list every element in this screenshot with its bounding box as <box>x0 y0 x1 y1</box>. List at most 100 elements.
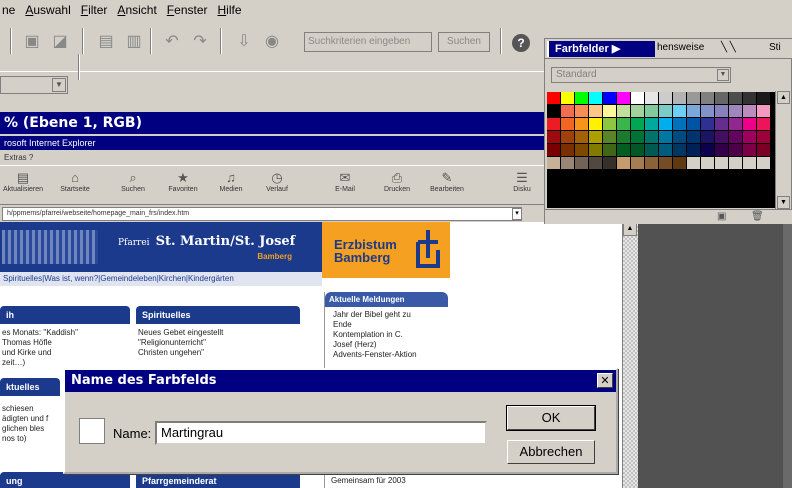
color-swatch[interactable] <box>617 105 631 117</box>
color-swatch[interactable] <box>701 118 715 130</box>
scroll-up-icon[interactable]: ▲ <box>777 91 790 104</box>
color-swatch[interactable] <box>603 105 617 117</box>
color-swatch[interactable] <box>547 105 561 117</box>
section-heading[interactable]: ung <box>0 472 130 488</box>
menu-item-datei[interactable]: ne <box>2 3 15 17</box>
color-swatch[interactable] <box>561 157 575 169</box>
color-swatch[interactable] <box>659 118 673 130</box>
scan-icon[interactable]: ◪ <box>50 32 70 52</box>
undo-icon[interactable]: ↶ <box>162 32 182 52</box>
color-swatch[interactable] <box>617 92 631 104</box>
color-swatch[interactable] <box>617 157 631 169</box>
print-button[interactable]: ⎙ Drucken <box>374 170 420 193</box>
color-swatch[interactable] <box>659 131 673 143</box>
color-swatch[interactable] <box>561 131 575 143</box>
color-swatch[interactable] <box>743 92 757 104</box>
color-swatch[interactable] <box>659 105 673 117</box>
color-swatch[interactable] <box>631 131 645 143</box>
color-swatch[interactable] <box>659 92 673 104</box>
color-swatch[interactable] <box>645 131 659 143</box>
color-swatch[interactable] <box>561 118 575 130</box>
color-swatch[interactable] <box>701 144 715 156</box>
favorites-button[interactable]: ★ Favoriten <box>160 170 206 193</box>
mail-button[interactable]: ✉ E-Mail <box>322 170 368 193</box>
color-swatch[interactable] <box>715 131 729 143</box>
menu-item-filter[interactable]: Filter <box>81 3 108 17</box>
news-item[interactable]: Gemeinsam für 2003 <box>331 476 406 486</box>
cancel-button[interactable]: Abbrechen <box>507 440 595 464</box>
swatch-preset-select[interactable]: Standard ▼ <box>551 67 731 83</box>
close-icon[interactable]: ✕ <box>597 373 613 388</box>
refresh-button[interactable]: ▤ Aktualisieren <box>0 170 46 193</box>
news-items[interactable]: Jahr der Bibel geht zu Ende Kontemplatio… <box>325 307 448 363</box>
color-swatch[interactable] <box>673 105 687 117</box>
color-swatch[interactable] <box>575 105 589 117</box>
color-swatch[interactable] <box>687 157 701 169</box>
color-swatch[interactable] <box>701 92 715 104</box>
color-swatch[interactable] <box>673 92 687 104</box>
color-swatch[interactable] <box>757 118 771 130</box>
color-swatch[interactable] <box>603 92 617 104</box>
home-button[interactable]: ⌂ Startseite <box>52 170 98 193</box>
color-swatch[interactable] <box>645 144 659 156</box>
color-swatch[interactable] <box>645 118 659 130</box>
chevron-down-icon[interactable]: ▾ <box>512 208 522 220</box>
color-swatch[interactable] <box>575 157 589 169</box>
color-swatch[interactable] <box>673 118 687 130</box>
color-swatch[interactable] <box>757 131 771 143</box>
color-swatch[interactable] <box>547 131 561 143</box>
media-button[interactable]: ♫ Medien <box>208 170 254 193</box>
color-swatch[interactable] <box>715 144 729 156</box>
color-swatch[interactable] <box>673 157 687 169</box>
diocese-banner[interactable]: Erzbistum Bamberg <box>322 222 450 278</box>
color-swatch[interactable] <box>743 157 757 169</box>
color-swatch[interactable] <box>589 118 603 130</box>
color-swatch[interactable] <box>561 92 575 104</box>
menu-item-fenster[interactable]: Fenster <box>167 3 208 17</box>
color-swatch[interactable] <box>715 105 729 117</box>
menu-item-ansicht[interactable]: Ansicht <box>117 3 156 17</box>
color-swatch[interactable] <box>631 118 645 130</box>
print-icon[interactable]: ▤ <box>96 32 116 52</box>
file-browser-icon[interactable]: ▣ <box>22 32 42 52</box>
color-swatch[interactable] <box>743 144 757 156</box>
color-swatch[interactable] <box>631 105 645 117</box>
color-swatch[interactable] <box>617 118 631 130</box>
document-titlebar[interactable]: % (Ebene 1, RGB) <box>0 112 545 134</box>
color-swatch[interactable] <box>701 105 715 117</box>
color-swatch[interactable] <box>673 144 687 156</box>
new-swatch-icon[interactable]: ▣ <box>717 211 726 222</box>
color-swatch[interactable] <box>687 92 701 104</box>
color-swatch[interactable] <box>687 118 701 130</box>
color-swatch[interactable] <box>617 144 631 156</box>
color-swatch[interactable] <box>575 131 589 143</box>
color-swatch[interactable] <box>659 144 673 156</box>
search-button[interactable]: Suchen <box>438 32 490 52</box>
ok-button[interactable]: OK <box>506 405 596 431</box>
color-swatch[interactable] <box>617 131 631 143</box>
color-swatch[interactable] <box>575 118 589 130</box>
color-swatch[interactable] <box>757 92 771 104</box>
color-swatch[interactable] <box>603 144 617 156</box>
color-swatch[interactable] <box>575 144 589 156</box>
search-input[interactable]: Suchkriterien eingeben <box>304 32 432 52</box>
color-swatch[interactable] <box>701 131 715 143</box>
color-swatch[interactable] <box>757 157 771 169</box>
color-swatch[interactable] <box>743 131 757 143</box>
web-icon[interactable]: ◉ <box>262 32 282 52</box>
news-heading[interactable]: Aktuelle Meldungen <box>325 292 448 307</box>
trash-icon[interactable]: 🗑 <box>751 211 764 222</box>
scroll-down-icon[interactable]: ▼ <box>777 196 790 209</box>
color-swatch[interactable] <box>687 131 701 143</box>
color-swatch[interactable] <box>645 92 659 104</box>
edit-button[interactable]: ✎ Bearbeiten <box>424 170 470 193</box>
color-swatch[interactable] <box>757 105 771 117</box>
color-swatch[interactable] <box>561 105 575 117</box>
color-swatch[interactable] <box>589 157 603 169</box>
section-heading-pfarrgemeinderat[interactable]: Pfarrgemeinderat <box>136 472 300 488</box>
color-swatch[interactable] <box>589 144 603 156</box>
browser-titlebar[interactable]: rosoft Internet Explorer <box>0 136 545 150</box>
color-swatch[interactable] <box>575 92 589 104</box>
color-swatch[interactable] <box>757 144 771 156</box>
color-swatch[interactable] <box>631 92 645 104</box>
